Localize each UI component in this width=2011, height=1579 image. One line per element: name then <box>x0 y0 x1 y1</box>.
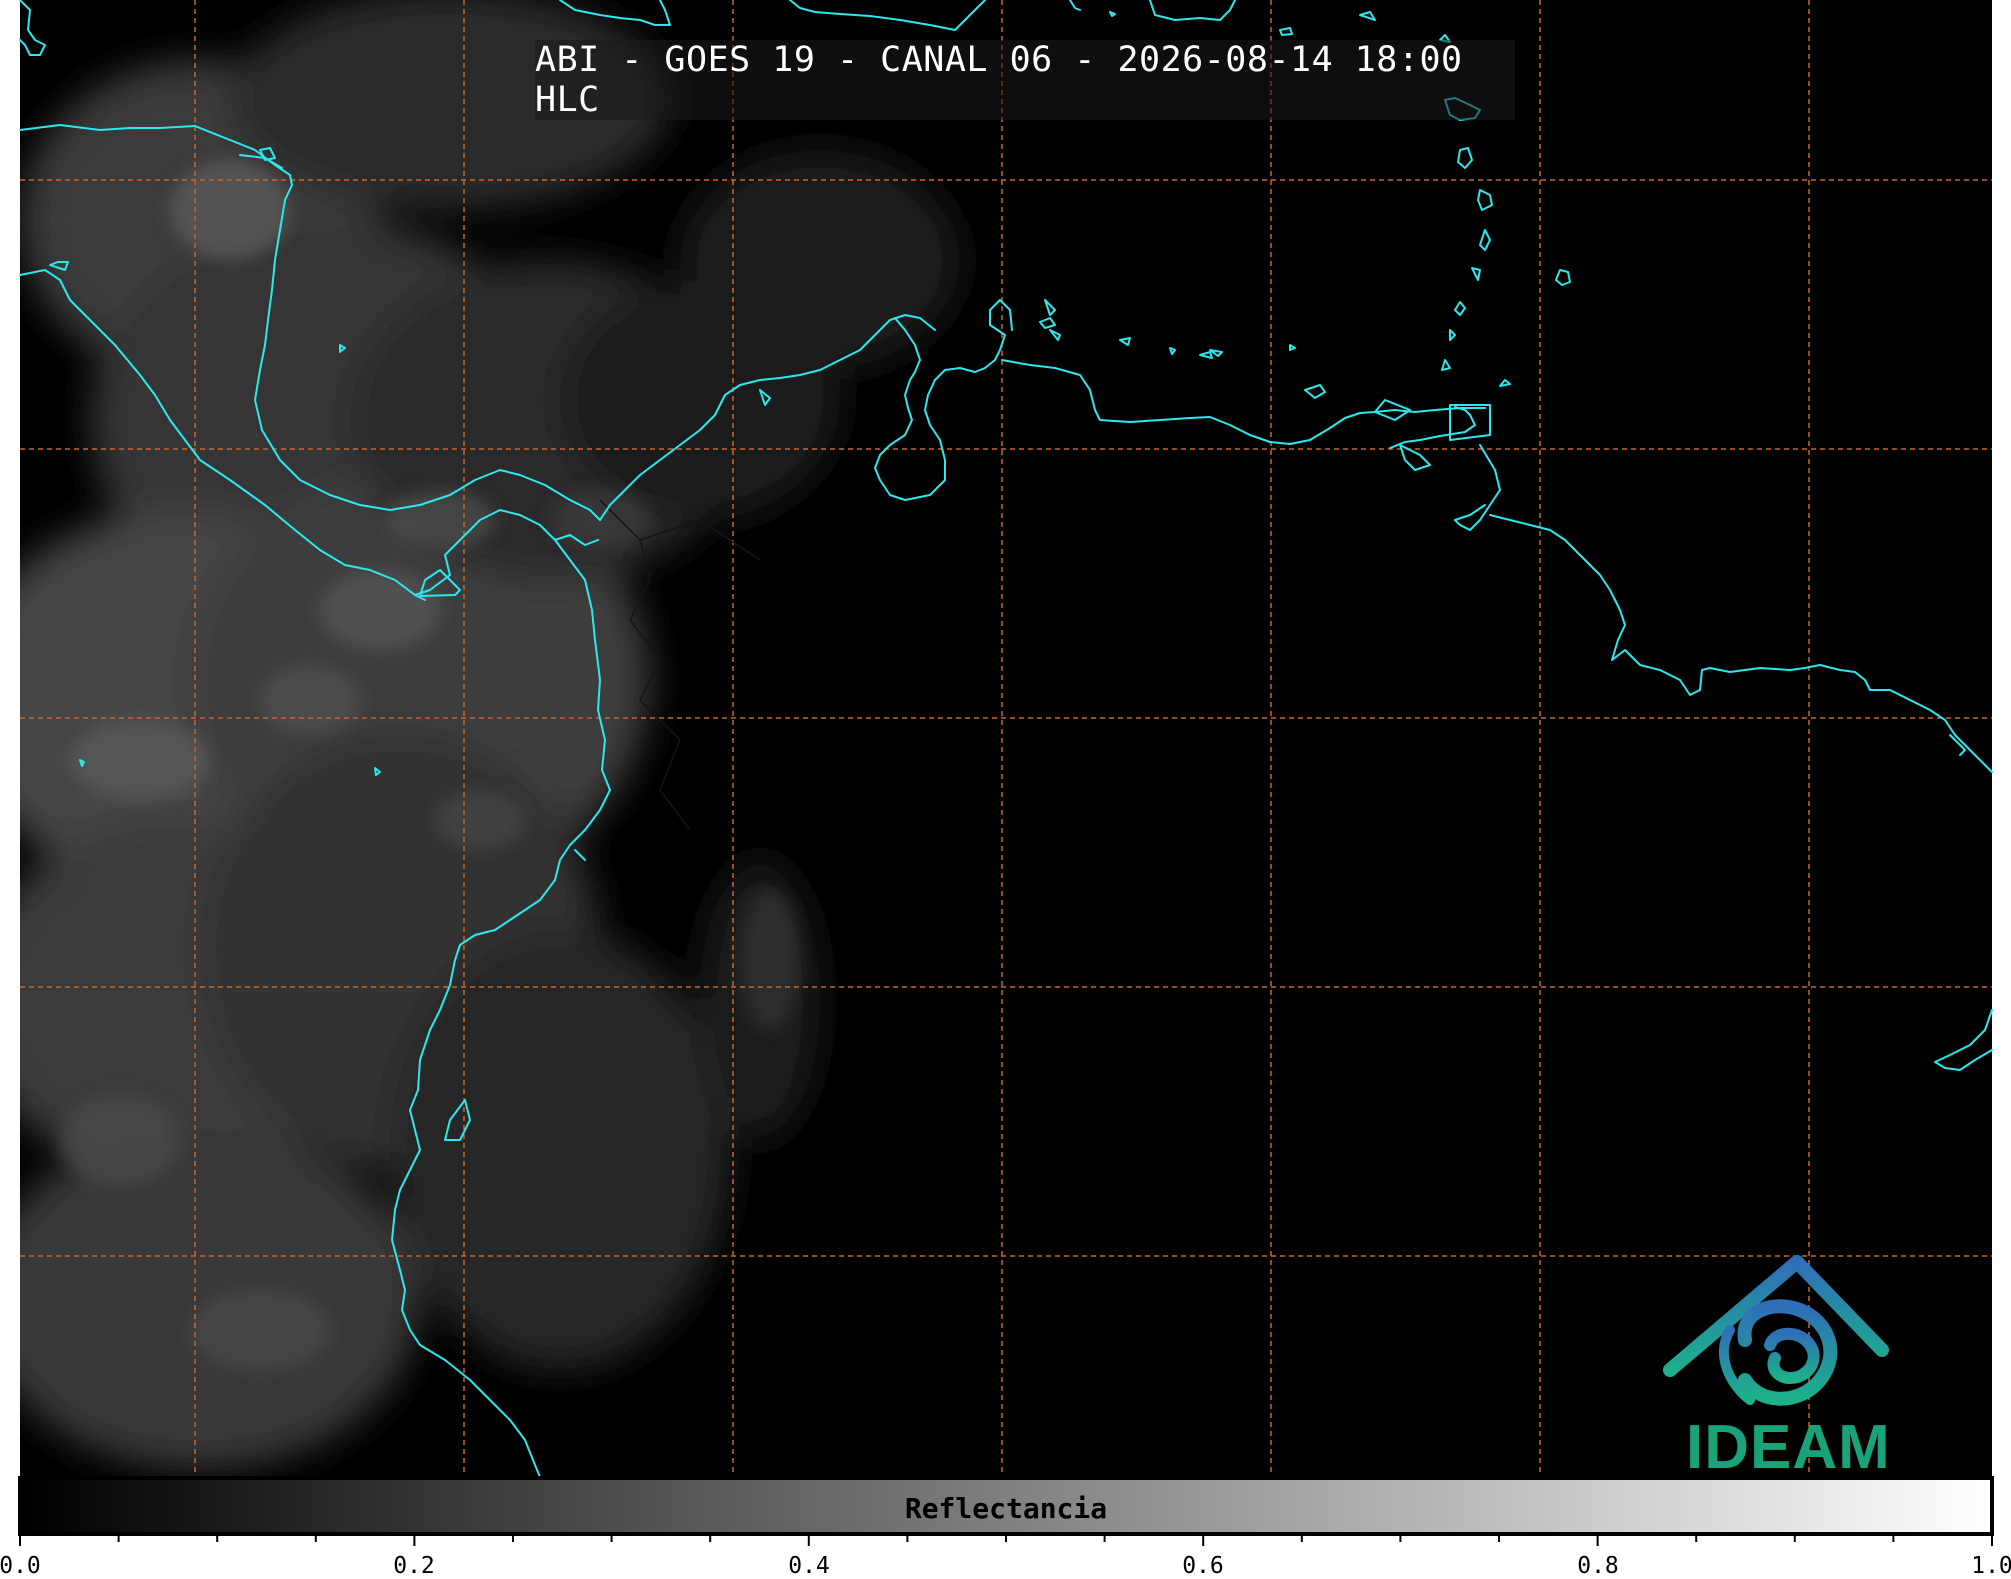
ideam-logo-text: IDEAM <box>1686 1413 1891 1482</box>
satellite-map <box>18 0 1994 1546</box>
title-banner: ABI - GOES 19 - CANAL 06 - 2026-08-14 18… <box>535 40 1515 120</box>
colorbar-tick-label: 0.0 <box>0 1553 41 1579</box>
colorbar-tick-label: 0.8 <box>1577 1553 1619 1579</box>
colorbar-label: Reflectancia <box>904 1491 1108 1525</box>
colorbar-tick-label: 0.6 <box>1182 1553 1224 1579</box>
colorbar-tick-label: 0.2 <box>393 1553 435 1579</box>
colorbar-tick-label: 1.0 <box>1971 1553 2011 1579</box>
map-title: ABI - GOES 19 - CANAL 06 - 2026-08-14 18… <box>535 40 1463 120</box>
colorbar-tick-label: 0.4 <box>788 1553 830 1579</box>
